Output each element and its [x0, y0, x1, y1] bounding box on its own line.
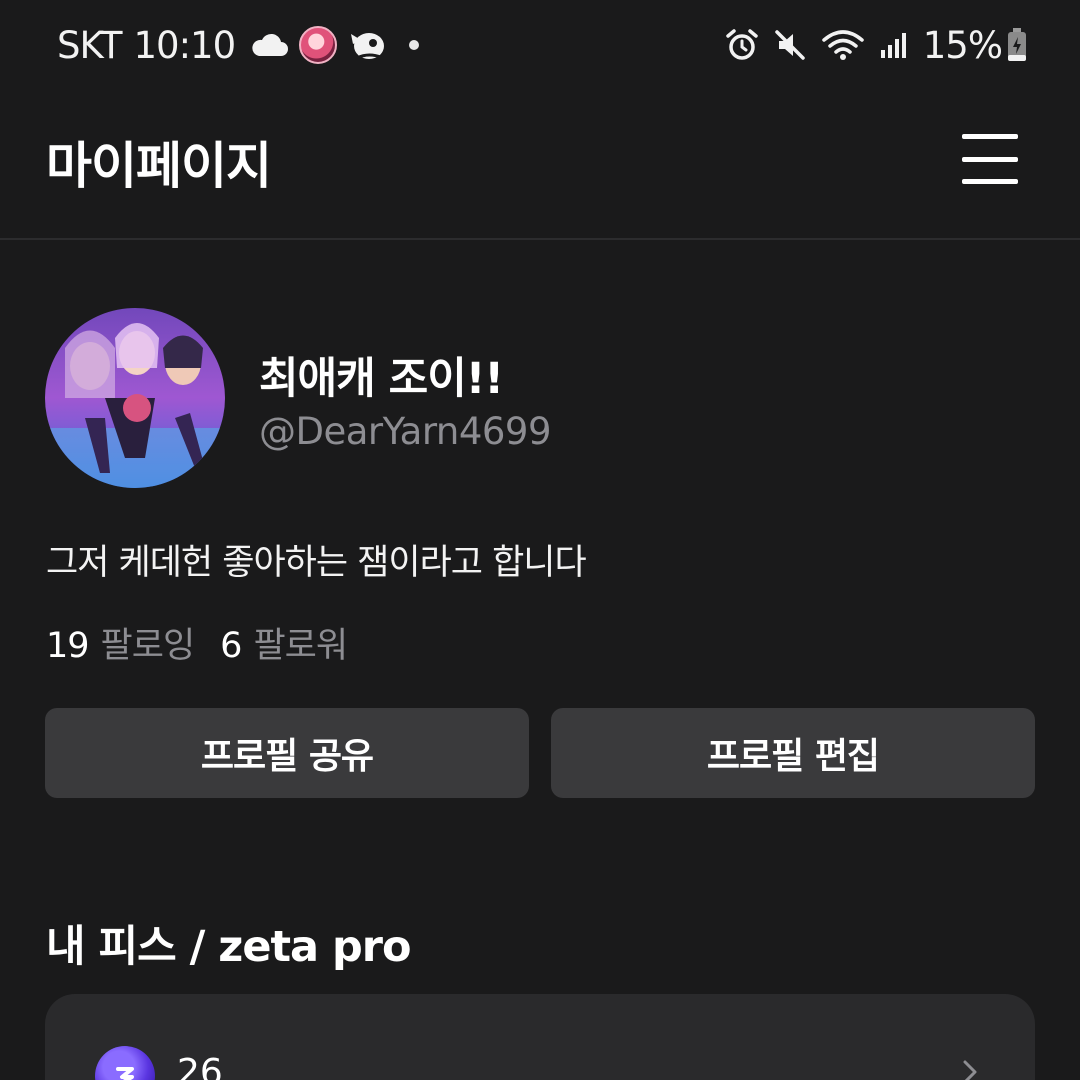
dot-icon [409, 40, 420, 50]
alarm-icon [725, 28, 759, 62]
battery-charging-icon [1006, 27, 1028, 63]
my-page-screen: SKT 10:10 15% 마이페이지 최애캐 조이!! @DearYarn46… [0, 0, 1080, 1080]
profile-bio: 그저 케데헌 좋아하는 잼이라고 합니다 [46, 543, 587, 583]
profile-avatar[interactable] [45, 308, 225, 488]
profile-username: @DearYarn4699 [259, 410, 552, 453]
app-rocket-icon [347, 26, 389, 64]
followers-count[interactable]: 6 [220, 626, 242, 666]
status-bar-left: SKT 10:10 [57, 20, 420, 70]
page-title: 마이페이지 [46, 137, 272, 195]
chevron-right-icon [957, 1058, 985, 1080]
hamburger-menu-icon[interactable] [962, 134, 1018, 184]
pieces-card[interactable]: 26 [45, 994, 1035, 1080]
battery-percentage: 15% [922, 23, 1003, 67]
piece-count: 26 [177, 1052, 223, 1080]
carrier-label: SKT [57, 23, 122, 67]
pieces-section-title: 내 피스 / zeta pro [46, 922, 412, 972]
cloud-icon [249, 32, 289, 58]
wifi-icon [821, 28, 865, 62]
clock-time: 10:10 [133, 23, 236, 67]
status-bar-right: 15% [711, 20, 1028, 70]
edit-profile-button[interactable]: 프로필 편집 [551, 708, 1035, 798]
followers-label[interactable]: 팔로워 [253, 617, 348, 668]
following-label[interactable]: 팔로잉 [101, 617, 196, 668]
status-bar: SKT 10:10 15% [0, 0, 1080, 90]
mute-icon [773, 28, 807, 62]
following-count[interactable]: 19 [46, 626, 90, 666]
profile-display-name: 최애캐 조이!! [259, 354, 504, 404]
piece-coin-icon [95, 1046, 155, 1080]
page-header: 마이페이지 [0, 90, 1080, 240]
notification-avatar-icon [299, 26, 338, 64]
signal-icon [879, 30, 909, 60]
share-profile-button[interactable]: 프로필 공유 [45, 708, 529, 798]
follow-stats: 19 팔로잉 6 팔로워 [46, 617, 373, 668]
